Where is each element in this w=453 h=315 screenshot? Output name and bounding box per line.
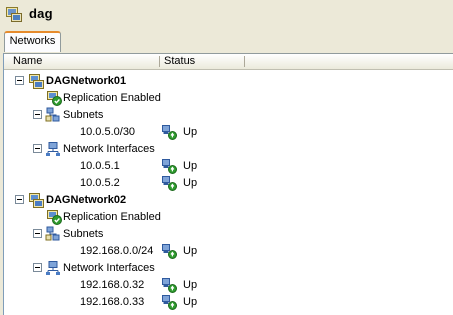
collapse-toggle[interactable] — [33, 229, 42, 238]
column-divider[interactable] — [244, 56, 245, 67]
network-interfaces-icon — [45, 260, 61, 276]
collapse-toggle[interactable] — [15, 195, 24, 204]
dag-icon — [6, 7, 22, 22]
interface-name[interactable]: 192.168.0.33 — [80, 296, 144, 309]
collapse-toggle[interactable] — [33, 263, 42, 272]
column-status[interactable]: Status — [164, 55, 195, 68]
interface-name[interactable]: 192.168.0.32 — [80, 279, 144, 292]
status-up-icon — [161, 158, 177, 174]
collapse-toggle[interactable] — [33, 110, 42, 119]
collapse-toggle[interactable] — [15, 76, 24, 85]
subnets-icon — [45, 107, 61, 123]
interface-name[interactable]: 10.0.5.2 — [80, 177, 120, 190]
column-header: Name Status — [4, 54, 453, 70]
status-up-icon — [161, 294, 177, 310]
replication-enabled-icon — [46, 209, 62, 225]
network-name[interactable]: DAGNetwork02 — [46, 194, 126, 207]
status-text: Up — [183, 177, 198, 189]
network-icon — [28, 192, 44, 208]
replication-label[interactable]: Replication Enabled — [63, 211, 161, 224]
tab-networks[interactable]: Networks — [4, 31, 61, 52]
status-text: Up — [183, 296, 198, 308]
network-interfaces-icon — [45, 141, 61, 157]
networks-tree[interactable]: Name Status DAGNetwork01 Replication Enab… — [3, 53, 453, 315]
status-text: Up — [183, 245, 198, 257]
status-text: Up — [183, 279, 198, 291]
column-name[interactable]: Name — [13, 55, 42, 68]
replication-enabled-icon — [46, 90, 62, 106]
status-up-icon — [161, 277, 177, 293]
subnets-icon — [45, 226, 61, 242]
subnet-name[interactable]: 10.0.5.0/30 — [80, 126, 135, 139]
network-interfaces-label[interactable]: Network Interfaces — [63, 143, 155, 156]
tab-strip: Networks — [0, 29, 453, 53]
replication-label[interactable]: Replication Enabled — [63, 92, 161, 105]
column-divider[interactable] — [159, 56, 160, 67]
status-up-icon — [161, 243, 177, 259]
network-icon — [28, 73, 44, 89]
interface-name[interactable]: 10.0.5.1 — [80, 160, 120, 173]
window-titlebar: dag — [0, 0, 453, 29]
subnets-label[interactable]: Subnets — [63, 228, 103, 241]
window-title: dag — [29, 6, 53, 21]
subnets-label[interactable]: Subnets — [63, 109, 103, 122]
status-text: Up — [183, 126, 198, 138]
status-up-icon — [161, 175, 177, 191]
network-name[interactable]: DAGNetwork01 — [46, 75, 126, 88]
status-up-icon — [161, 124, 177, 140]
status-text: Up — [183, 160, 198, 172]
subnet-name[interactable]: 192.168.0.0/24 — [80, 245, 153, 258]
collapse-toggle[interactable] — [33, 144, 42, 153]
network-interfaces-label[interactable]: Network Interfaces — [63, 262, 155, 275]
